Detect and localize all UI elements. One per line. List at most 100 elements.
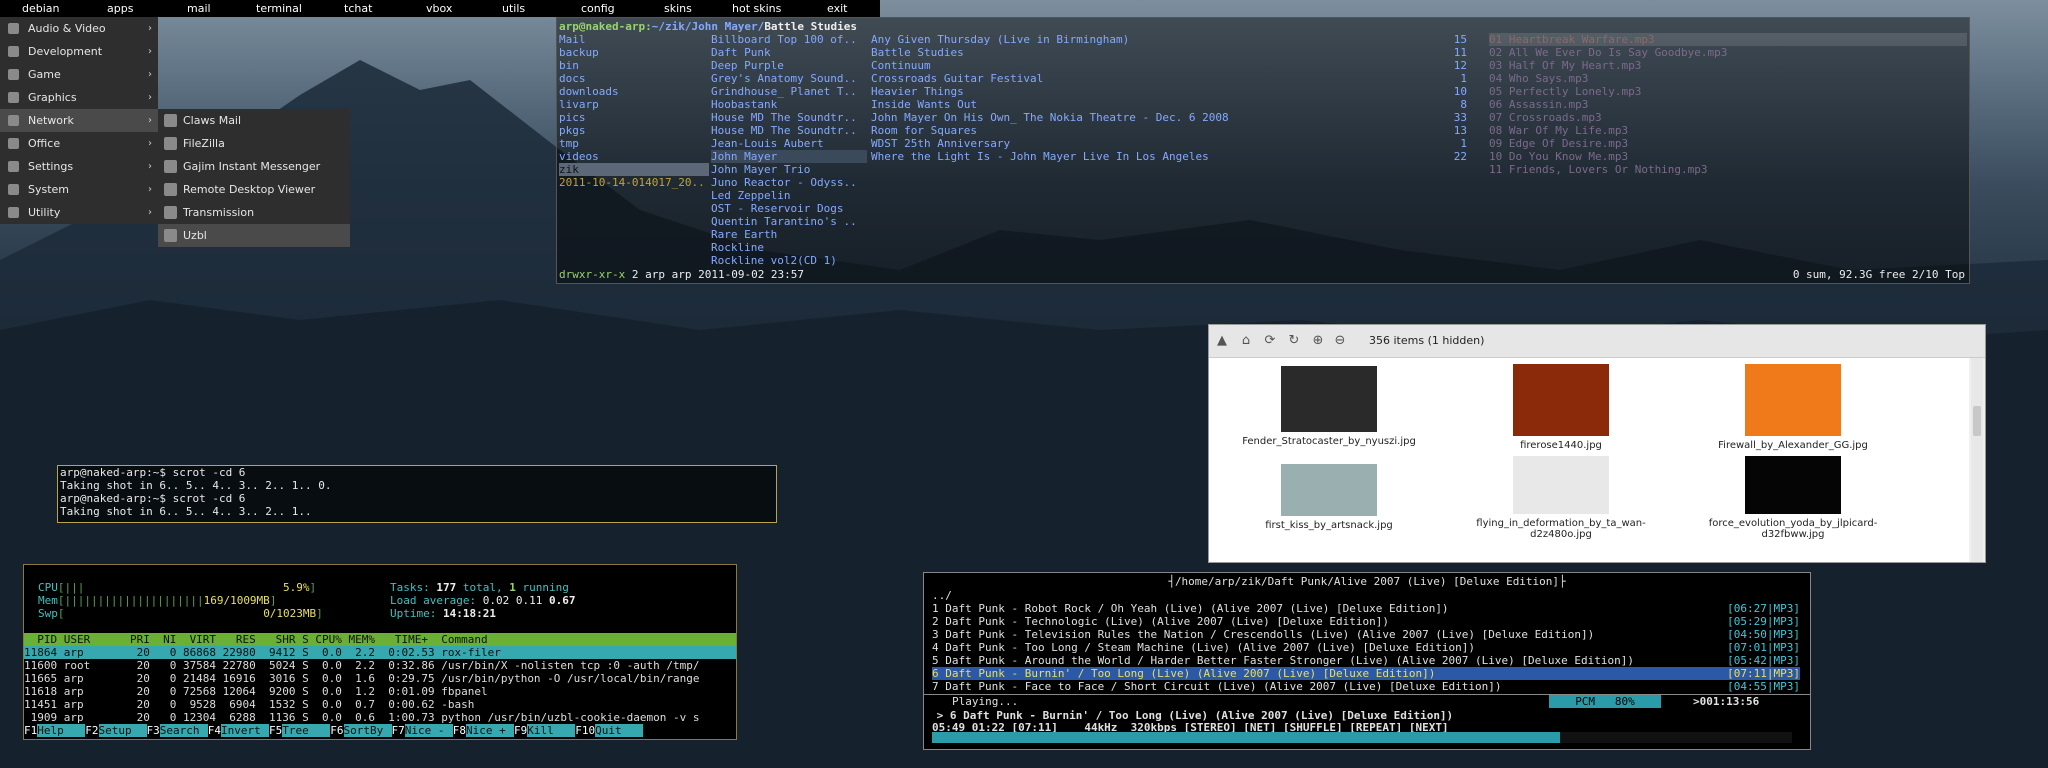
ranger-entry[interactable]: Deep Purple [711,59,867,72]
ranger-entry[interactable]: docs [559,72,709,85]
vertical-scrollbar[interactable] [1971,358,1983,562]
menu-vbox[interactable]: vbox [426,2,452,15]
ranger-entry[interactable]: House MD The Soundtr.. [711,111,867,124]
reload-icon[interactable]: ⟳ [1263,334,1277,348]
file-item[interactable]: Firewall_by_Alexander_GG.jpg [1693,364,1893,451]
function-key[interactable]: F10 [575,724,595,737]
menu-item-transmission[interactable]: Transmission [158,201,350,224]
ranger-entry[interactable]: Rockline vol2(CD 1) [711,254,867,267]
ranger-entry[interactable]: Hoobastank [711,98,867,111]
function-key-label[interactable]: Invert [221,724,269,737]
function-key-label[interactable]: Quit [595,724,644,737]
function-key[interactable]: F7 [392,724,405,737]
function-key[interactable]: F6 [330,724,343,737]
ranger-album[interactable]: Any Given Thursday (Live in Birmingham) 1… [871,33,1467,46]
volume-meter[interactable]: PCM 80% [1549,695,1661,708]
ranger-entry[interactable]: Billboard Top 100 of.. [711,33,867,46]
ranger-album[interactable]: Continuum 12 [871,59,1467,72]
ranger-entry[interactable]: Quentin Tarantino's .. [711,215,867,228]
process-row[interactable]: 11665 arp 20 0 21484 16916 3016 S 0.0 1.… [24,672,736,685]
ranger-entry[interactable]: livarp [559,98,709,111]
scrollbar-thumb[interactable] [1973,406,1981,436]
menu-config[interactable]: config [581,2,615,15]
file-item[interactable]: firerose1440.jpg [1461,364,1661,451]
process-row[interactable]: 1909 arp 20 0 12304 6288 1136 S 0.0 0.6 … [24,711,736,724]
ranger-album[interactable]: Crossroads Guitar Festival 1 [871,72,1467,85]
process-row[interactable]: 11864 arp 20 0 86868 22980 9412 S 0.0 2.… [24,646,736,659]
track-row[interactable]: 1 Daft Punk - Robot Rock / Oh Yeah (Live… [932,602,1800,615]
ranger-entry[interactable]: tmp [559,137,709,150]
ranger-album[interactable]: WDST 25th Anniversary 1 [871,137,1467,150]
function-key[interactable]: F9 [514,724,527,737]
menu-item-office[interactable]: Office › [0,132,158,155]
ranger-entry[interactable]: pics [559,111,709,124]
function-key-label[interactable]: Nice + [466,724,514,737]
ranger-entry[interactable]: Rare Earth [711,228,867,241]
ranger-entry[interactable]: pkgs [559,124,709,137]
ranger-entry[interactable]: Led Zeppelin [711,189,867,202]
file-item[interactable]: first_kiss_by_artsnack.jpg [1229,464,1429,531]
ranger-entry[interactable]: John Mayer Trio [711,163,867,176]
menu-exit[interactable]: exit [827,2,847,15]
function-key-label[interactable]: Kill [527,724,576,737]
ranger-entry[interactable]: Daft Punk [711,46,867,59]
function-key[interactable]: F8 [453,724,466,737]
track-row[interactable]: 4 Daft Punk - Too Long / Steam Machine (… [932,641,1800,654]
function-key-label[interactable]: Tree [282,724,331,737]
file-item[interactable]: flying_in_deformation_by_ta_wan-d2z480o.… [1461,456,1661,540]
function-key-label[interactable]: Search [159,724,208,737]
parent-dir[interactable]: ../ [932,589,952,602]
menu-mail[interactable]: mail [187,2,211,15]
track-row[interactable]: 7 Daft Punk - Face to Face / Short Circu… [932,680,1800,693]
menu-item-claws-mail[interactable]: Claws Mail [158,109,350,132]
menu-item-settings[interactable]: Settings › [0,155,158,178]
zoom-out-icon[interactable]: ⊖ [1333,334,1347,348]
ranger-album[interactable]: John Mayer On His Own_ The Nokia Theatre… [871,111,1467,124]
ranger-entry[interactable]: House MD The Soundtr.. [711,124,867,137]
ranger-album[interactable]: Room for Squares 13 [871,124,1467,137]
ranger-entry[interactable]: OST - Reservoir Dogs [711,202,867,215]
ranger-entry[interactable]: Juno Reactor - Odyss.. [711,176,867,189]
track-row[interactable]: 3 Daft Punk - Television Rules the Natio… [932,628,1800,641]
scrot-terminal[interactable]: arp@naked-arp:~$ scrot -cd 6 Taking shot… [57,465,777,523]
menu-item-development[interactable]: Development › [0,40,158,63]
ranger-entry[interactable]: 2011-10-14-014017_20.. [559,176,709,189]
menu-skins[interactable]: skins [664,2,692,15]
zoom-in-icon[interactable]: ⊕ [1311,334,1325,348]
track-row[interactable]: 6 Daft Punk - Burnin' / Too Long (Live) … [932,667,1800,680]
menu-utils[interactable]: utils [502,2,525,15]
playback-progress[interactable] [932,732,1792,743]
function-key[interactable]: F1 [24,724,37,737]
file-item[interactable]: force_evolution_yoda_by_jlpicard-d32fbww… [1693,456,1893,540]
menu-tchat[interactable]: tchat [344,2,372,15]
up-arrow-icon[interactable]: ▲ [1215,334,1229,348]
ranger-album[interactable]: Battle Studies 11 [871,46,1467,59]
process-row[interactable]: 11618 arp 20 0 72568 12064 9200 S 0.0 1.… [24,685,736,698]
function-key[interactable]: F4 [208,724,221,737]
menu-terminal[interactable]: terminal [256,2,302,15]
function-key[interactable]: F3 [147,724,160,737]
file-item[interactable]: Fender_Stratocaster_by_nyuszi.jpg [1229,366,1429,447]
track-row[interactable]: 5 Daft Punk - Around the World / Harder … [932,654,1800,667]
ranger-entry[interactable]: Jean-Louis Aubert [711,137,867,150]
function-key[interactable]: F5 [269,724,282,737]
function-key-label[interactable]: SortBy [343,724,392,737]
menu-hot-skins[interactable]: hot skins [732,2,781,15]
menu-item-system[interactable]: System › [0,178,158,201]
refresh-icon[interactable]: ↻ [1287,334,1301,348]
menu-item-network[interactable]: Network › [0,109,158,132]
menu-item-remote-desktop-viewer[interactable]: Remote Desktop Viewer [158,178,350,201]
menu-item-uzbl[interactable]: Uzbl [158,224,350,247]
ranger-entry[interactable]: Grindhouse_ Planet T.. [711,85,867,98]
home-icon[interactable]: ⌂ [1239,334,1253,348]
menu-apps[interactable]: apps [107,2,133,15]
ranger-entry[interactable]: backup [559,46,709,59]
track-row[interactable]: 2 Daft Punk - Technologic (Live) (Alive … [932,615,1800,628]
menu-item-utility[interactable]: Utility › [0,201,158,224]
menu-item-game[interactable]: Game › [0,63,158,86]
function-key-label[interactable]: Setup [98,724,147,737]
ranger-entry[interactable]: bin [559,59,709,72]
menu-item-audio-video[interactable]: Audio & Video › [0,17,158,40]
ranger-entry[interactable]: Mail [559,33,709,46]
cmus-terminal[interactable]: ┤/home/arp/zik/Daft Punk/Alive 2007 (Liv… [923,572,1811,750]
